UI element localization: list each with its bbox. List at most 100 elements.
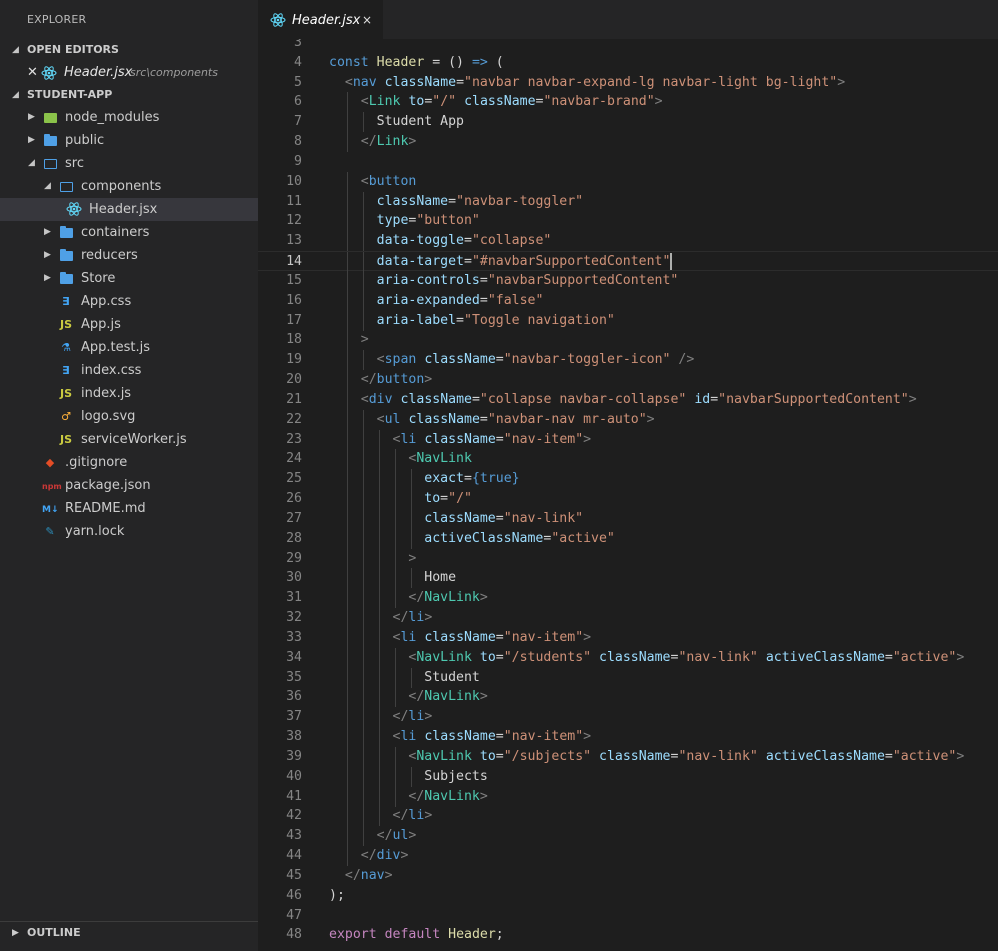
code-line[interactable]: 36 </NavLink> [258, 687, 998, 708]
tree-item[interactable]: ▶ node_modules [0, 106, 258, 129]
line-number: 21 [286, 391, 302, 407]
code-line[interactable]: 44 </div> [258, 846, 998, 867]
code-token: </ [344, 867, 361, 883]
code-line[interactable]: 47 [258, 906, 998, 926]
project-header[interactable]: ◢ STUDENT-APP [0, 84, 258, 106]
tree-item[interactable]: npm package.json [0, 474, 258, 497]
tree-item[interactable]: ▶ reducers [0, 244, 258, 267]
code-line[interactable]: 30 Home [258, 568, 998, 589]
tree-item[interactable]: ♂ logo.svg [0, 405, 258, 428]
code-line[interactable]: 10 <button [258, 171, 998, 192]
chevron-right-icon: ▶ [44, 250, 51, 260]
tree-item[interactable]: JS serviceWorker.js [0, 428, 258, 451]
tree-item[interactable]: ◆ .gitignore [0, 451, 258, 474]
tree-item[interactable]: ◢ components [0, 175, 258, 198]
code-line[interactable]: 11 className="navbar-toggler" [258, 191, 998, 212]
open-editor-item[interactable]: ✕ Header.jsx src\components [0, 61, 258, 84]
code-line[interactable]: 48 export default Header; [258, 925, 998, 945]
code-token: "nav-link" [678, 748, 758, 764]
tree-item[interactable]: JS App.js [0, 313, 258, 336]
code-line[interactable]: 4 const Header = () => ( [258, 53, 998, 73]
tree-item[interactable]: Header.jsx [0, 198, 258, 221]
code-token: > [646, 411, 655, 427]
code-line[interactable]: 3 [258, 39, 998, 53]
code-line[interactable]: 29 > [258, 548, 998, 569]
code-line[interactable]: 19 <span className="navbar-toggler-icon"… [258, 350, 998, 371]
code-line[interactable]: 13 data-toggle="collapse" [258, 231, 998, 252]
tree-item[interactable]: ⚗ App.test.js [0, 336, 258, 359]
folder-icon [58, 244, 74, 269]
code-line[interactable]: 8 </Link> [258, 132, 998, 153]
tree-item[interactable]: ◢ src [0, 152, 258, 175]
code-line[interactable]: 42 </li> [258, 806, 998, 827]
code-line[interactable]: 39 <NavLink to="/subjects" className="na… [258, 746, 998, 767]
tree-item[interactable]: ▶ public [0, 129, 258, 152]
code-token: activeClassName [765, 748, 885, 764]
code-line[interactable]: 12 type="button" [258, 211, 998, 232]
code-line[interactable]: 16 aria-expanded="false" [258, 290, 998, 311]
code-token: < [376, 352, 385, 368]
code-text: className="navbar-toggler" [329, 192, 583, 212]
close-icon[interactable]: × [362, 0, 372, 41]
code-token: NavLink [416, 649, 472, 665]
tree-item[interactable]: M↓ README.md [0, 497, 258, 520]
tree-item[interactable]: JS index.js [0, 382, 258, 405]
code-line[interactable]: 6 <Link to="/" className="navbar-brand"> [258, 92, 998, 113]
tree-item[interactable]: ▶ containers [0, 221, 258, 244]
code-line[interactable]: 9 [258, 152, 998, 172]
editor-tab-bar: Header.jsx × [258, 0, 998, 39]
code-token: "nav-link" [678, 649, 758, 665]
open-editors-header[interactable]: ◢ OPEN EDITORS [0, 39, 258, 61]
tree-item-label: index.js [81, 386, 132, 401]
code-line[interactable]: 25 exact={true} [258, 469, 998, 490]
code-line[interactable]: 26 to="/" [258, 489, 998, 510]
code-line[interactable]: 22 <ul className="navbar-nav mr-auto"> [258, 409, 998, 430]
folder-icon [58, 267, 74, 292]
code-line[interactable]: 14 data-target="#navbarSupportedContent" [258, 251, 998, 273]
tree-item[interactable]: ∃ index.css [0, 359, 258, 382]
code-token: div [376, 848, 401, 864]
code-line[interactable]: 27 className="nav-link" [258, 508, 998, 529]
code-text: <ul className="navbar-nav mr-auto"> [329, 410, 655, 430]
code-line[interactable]: 41 </NavLink> [258, 786, 998, 807]
code-line[interactable]: 21 <div className="collapse navbar-colla… [258, 389, 998, 410]
code-line[interactable]: 31 </NavLink> [258, 588, 998, 609]
code-token: to [479, 649, 496, 665]
close-icon[interactable]: ✕ [27, 61, 38, 84]
code-editor[interactable]: 3 4 const Header = () => (5 <nav className… [258, 39, 998, 951]
code-line[interactable]: 28 activeClassName="active" [258, 528, 998, 549]
code-line[interactable]: 33 <li className="nav-item"> [258, 627, 998, 648]
code-text: </NavLink> [329, 787, 487, 807]
code-line[interactable]: 32 </li> [258, 608, 998, 629]
tree-item[interactable]: ▶ Store [0, 267, 258, 290]
line-number: 24 [286, 451, 302, 467]
code-token: > [408, 550, 417, 566]
code-line[interactable]: 45 </nav> [258, 866, 998, 886]
code-line[interactable]: 35 Student [258, 667, 998, 688]
code-line[interactable]: 40 Subjects [258, 766, 998, 787]
yarn-icon: ✎ [45, 525, 55, 538]
tree-item[interactable]: ✎ yarn.lock [0, 520, 258, 543]
code-text: aria-expanded="false" [329, 291, 544, 311]
code-line[interactable]: 24 <NavLink [258, 449, 998, 470]
code-line[interactable]: 15 aria-controls="navbarSupportedContent… [258, 270, 998, 291]
tree-item[interactable]: ∃ App.css [0, 290, 258, 313]
code-line[interactable]: 20 </button> [258, 370, 998, 391]
code-token: NavLink [416, 748, 472, 764]
code-line[interactable]: 7 Student App [258, 112, 998, 133]
code-line[interactable]: 18 > [258, 330, 998, 351]
code-line[interactable]: 38 <li className="nav-item"> [258, 727, 998, 748]
code-line[interactable]: 46); [258, 886, 998, 906]
outline-header[interactable]: ▶ OUTLINE [0, 921, 258, 943]
tab-header-jsx[interactable]: Header.jsx × [258, 0, 383, 39]
code-line[interactable]: 5 <nav className="navbar navbar-expand-l… [258, 73, 998, 93]
code-line[interactable]: 43 </ul> [258, 826, 998, 847]
line-number: 17 [286, 312, 302, 328]
code-line[interactable]: 37 </li> [258, 707, 998, 728]
code-line[interactable]: 34 <NavLink to="/students" className="na… [258, 647, 998, 668]
code-token: className [424, 431, 496, 447]
code-token: > [583, 729, 592, 745]
code-line[interactable]: 17 aria-label="Toggle navigation" [258, 310, 998, 331]
code-line[interactable]: 23 <li className="nav-item"> [258, 429, 998, 450]
